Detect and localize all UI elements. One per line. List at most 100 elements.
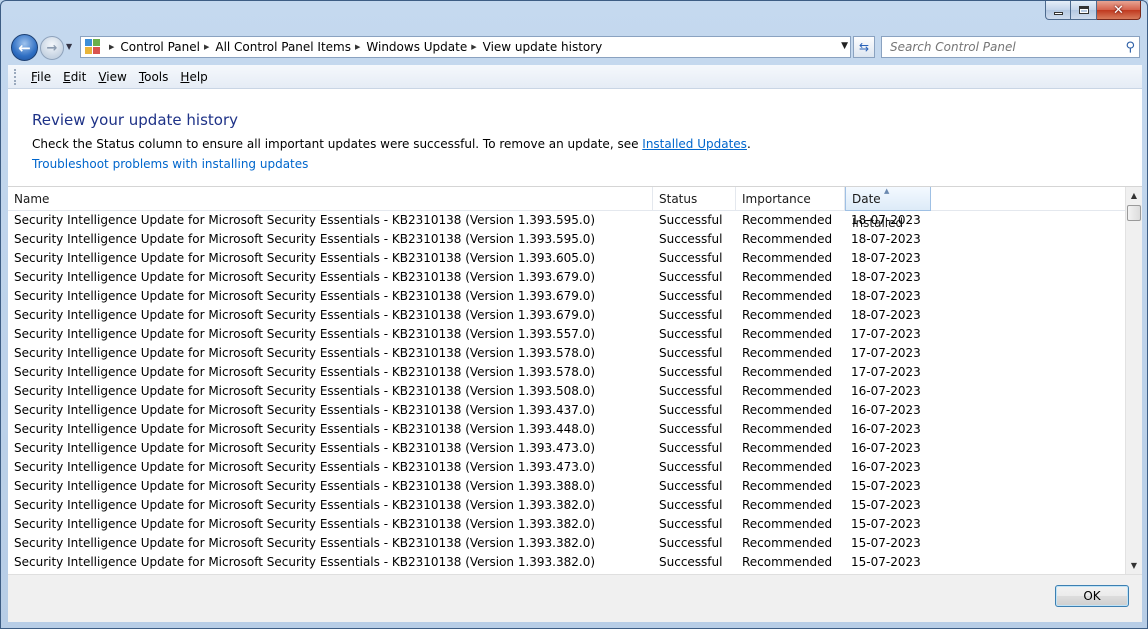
table-row[interactable]: Security Intelligence Update for Microso… — [8, 249, 1125, 268]
table-row[interactable]: Security Intelligence Update for Microso… — [8, 496, 1125, 515]
cell-name: Security Intelligence Update for Microso… — [14, 346, 596, 360]
maximize-button[interactable] — [1071, 1, 1097, 20]
cell-importance: Recommended — [742, 555, 833, 569]
chevron-right-icon[interactable]: ▶ — [109, 43, 114, 51]
scroll-thumb[interactable] — [1127, 205, 1141, 221]
chevron-right-icon[interactable]: ▶ — [355, 43, 360, 51]
table-row[interactable]: Security Intelligence Update for Microso… — [8, 515, 1125, 534]
cell-name: Security Intelligence Update for Microso… — [14, 232, 596, 246]
back-button[interactable]: ← — [11, 34, 38, 61]
search-input[interactable] — [890, 40, 1110, 54]
cell-date-installed: 18-07-2023 — [851, 270, 921, 284]
installed-updates-link[interactable]: Installed Updates — [642, 137, 747, 151]
troubleshoot-link[interactable]: Troubleshoot problems with installing up… — [32, 157, 308, 171]
window: ✕ ← → ▼ ▶ Control Panel ▶ All Control Pa… — [0, 0, 1148, 629]
table-row[interactable]: Security Intelligence Update for Microso… — [8, 344, 1125, 363]
menu-help[interactable]: Help — [174, 70, 213, 84]
table-row[interactable]: Security Intelligence Update for Microso… — [8, 553, 1125, 572]
table-row[interactable]: Security Intelligence Update for Microso… — [8, 458, 1125, 477]
cell-importance: Recommended — [742, 403, 833, 417]
cell-date-installed: 18-07-2023 — [851, 232, 921, 246]
address-dropdown-icon[interactable]: ▼ — [841, 41, 848, 51]
minimize-button[interactable] — [1045, 1, 1071, 20]
menu-bar: File Edit View Tools Help — [8, 65, 1142, 89]
cell-date-installed: 15-07-2023 — [851, 536, 921, 550]
search-box[interactable]: ⚲ — [881, 36, 1140, 58]
refresh-icon: ⇆ — [858, 40, 870, 54]
table-row[interactable]: Security Intelligence Update for Microso… — [8, 401, 1125, 420]
table-row[interactable]: Security Intelligence Update for Microso… — [8, 534, 1125, 553]
cell-name: Security Intelligence Update for Microso… — [14, 498, 596, 512]
cell-date-installed: 16-07-2023 — [851, 441, 921, 455]
menu-grip — [14, 68, 17, 85]
search-icon[interactable]: ⚲ — [1125, 40, 1135, 55]
cell-importance: Recommended — [742, 422, 833, 436]
description: Check the Status column to ensure all im… — [32, 137, 751, 151]
cell-name: Security Intelligence Update for Microso… — [14, 213, 596, 227]
cell-status: Successful — [659, 365, 723, 379]
scroll-down-icon[interactable]: ▼ — [1126, 557, 1142, 574]
cell-date-installed: 16-07-2023 — [851, 422, 921, 436]
breadcrumb-view-update-history[interactable]: View update history — [483, 40, 603, 54]
table-row[interactable]: Security Intelligence Update for Microso… — [8, 306, 1125, 325]
table-row[interactable]: Security Intelligence Update for Microso… — [8, 363, 1125, 382]
cell-status: Successful — [659, 441, 723, 455]
table-row[interactable]: Security Intelligence Update for Microso… — [8, 439, 1125, 458]
cell-name: Security Intelligence Update for Microso… — [14, 251, 596, 265]
cell-importance: Recommended — [742, 289, 833, 303]
cell-status: Successful — [659, 403, 723, 417]
breadcrumb-control-panel[interactable]: Control Panel — [120, 40, 200, 54]
cell-date-installed: 18-07-2023 — [851, 289, 921, 303]
address-bar[interactable]: ▶ Control Panel ▶ All Control Panel Item… — [80, 36, 851, 58]
column-header-name[interactable]: Name — [8, 187, 653, 211]
ok-button[interactable]: OK — [1055, 585, 1129, 607]
navigation-bar: ← → ▼ ▶ Control Panel ▶ All Control Pane… — [7, 33, 1143, 61]
minimize-icon — [1053, 11, 1063, 15]
scroll-up-icon[interactable]: ▲ — [1126, 187, 1142, 204]
table-row[interactable]: Security Intelligence Update for Microso… — [8, 230, 1125, 249]
cell-status: Successful — [659, 270, 723, 284]
cell-importance: Recommended — [742, 460, 833, 474]
cell-importance: Recommended — [742, 327, 833, 341]
close-icon: ✕ — [1113, 2, 1124, 18]
update-history-list[interactable]: Name Status Importance ▲ Date Installed S… — [8, 186, 1142, 574]
content-area: Review your update history Check the Sta… — [8, 89, 1142, 574]
cell-date-installed: 16-07-2023 — [851, 403, 921, 417]
cell-status: Successful — [659, 327, 723, 341]
table-row[interactable]: Security Intelligence Update for Microso… — [8, 477, 1125, 496]
breadcrumb-windows-update[interactable]: Windows Update — [366, 40, 467, 54]
back-arrow-icon: ← — [18, 38, 31, 57]
forward-button[interactable]: → — [40, 36, 64, 60]
cell-date-installed: 15-07-2023 — [851, 479, 921, 493]
cell-status: Successful — [659, 251, 723, 265]
table-row[interactable]: Security Intelligence Update for Microso… — [8, 382, 1125, 401]
table-row[interactable]: Security Intelligence Update for Microso… — [8, 211, 1125, 230]
cell-importance: Recommended — [742, 308, 833, 322]
breadcrumb-all-items[interactable]: All Control Panel Items — [215, 40, 351, 54]
chevron-right-icon[interactable]: ▶ — [471, 43, 476, 51]
table-row[interactable]: Security Intelligence Update for Microso… — [8, 325, 1125, 344]
vertical-scrollbar[interactable]: ▲ ▼ — [1125, 187, 1142, 574]
close-button[interactable]: ✕ — [1097, 1, 1141, 20]
column-header-importance[interactable]: Importance — [736, 187, 845, 211]
table-row[interactable]: Security Intelligence Update for Microso… — [8, 287, 1125, 306]
cell-status: Successful — [659, 346, 723, 360]
cell-name: Security Intelligence Update for Microso… — [14, 441, 596, 455]
menu-tools[interactable]: Tools — [133, 70, 175, 84]
column-header-date-installed[interactable]: ▲ Date Installed — [845, 187, 931, 230]
cell-date-installed: 18-07-2023 — [851, 213, 921, 227]
column-header-status[interactable]: Status — [653, 187, 736, 211]
chevron-right-icon[interactable]: ▶ — [204, 43, 209, 51]
page-title: Review your update history — [32, 111, 238, 129]
menu-file[interactable]: File — [25, 70, 57, 84]
menu-edit[interactable]: Edit — [57, 70, 92, 84]
refresh-button[interactable]: ⇆ — [853, 36, 875, 58]
cell-date-installed: 16-07-2023 — [851, 460, 921, 474]
menu-view[interactable]: View — [92, 70, 132, 84]
cell-name: Security Intelligence Update for Microso… — [14, 270, 596, 284]
recent-pages-dropdown[interactable]: ▼ — [66, 42, 72, 51]
list-header: Name Status Importance ▲ Date Installed — [8, 187, 1125, 230]
table-row[interactable]: Security Intelligence Update for Microso… — [8, 420, 1125, 439]
cell-name: Security Intelligence Update for Microso… — [14, 422, 596, 436]
table-row[interactable]: Security Intelligence Update for Microso… — [8, 268, 1125, 287]
